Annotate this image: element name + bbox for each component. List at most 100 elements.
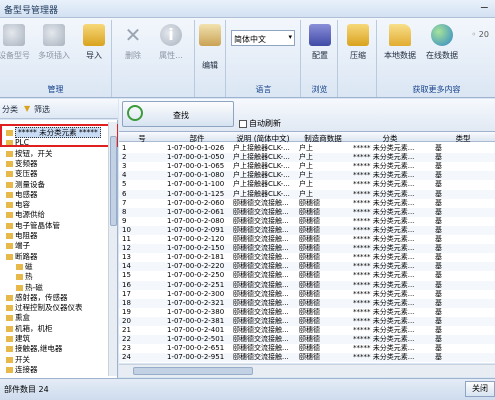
table-row[interactable]: 2 1-07-00-0-1-050 户上接触器CLK-... 户上 ***** 未分类元… xyxy=(119,153,495,163)
tree-node[interactable]: 按钮，开关 xyxy=(6,149,53,158)
table-cell: 基 xyxy=(435,326,442,334)
table-row[interactable]: 10 1-07-00-0-2-091 颐穗德交流接触... 颐穗德 ***** 未分类元… xyxy=(119,225,495,235)
tree-node-label: 连接器 xyxy=(15,364,38,374)
table-row[interactable]: 22 1-07-00-0-2-501 颐穗德交流接触... 颐穗德 ***** 未分类元… xyxy=(119,335,495,345)
table-row[interactable]: 14 1-07-00-0-2-220 颐穗德交流接触... 颐穗德 ***** 未分类元… xyxy=(119,262,495,272)
tree-node[interactable]: 热 xyxy=(16,272,33,281)
table-cell: 颐穗德 xyxy=(299,262,320,271)
multi-insert-label: 多项插入 xyxy=(38,51,70,60)
table-cell: 13 xyxy=(122,253,131,262)
column-header[interactable]: 制造商数据 xyxy=(297,133,349,144)
auto-refresh-label: 自动刷新 xyxy=(249,119,281,128)
table-row[interactable]: 24 1-07-00-0-2-951 颐穗德交流接触... 颐穗德 ***** 未分类元… xyxy=(119,353,495,363)
tree-node[interactable]: 断路器 xyxy=(6,252,38,261)
table-row[interactable]: 11 1-07-00-0-2-120 颐穗德交流接触... 颐穗德 ***** 未分类元… xyxy=(119,235,495,244)
table-row[interactable]: 3 1-07-00-0-1-065 户上接触器CLK-... 户上 ***** 未分类元… xyxy=(119,162,495,172)
import-button[interactable]: 导入 xyxy=(76,24,112,76)
tree-node[interactable]: 磁 xyxy=(16,262,33,271)
single-insert-button[interactable]: 设备型号 xyxy=(0,24,32,76)
table-row[interactable]: 8 1-07-00-0-2-061 颐穗德交流接触... 颐穗德 ***** 未分类元素… xyxy=(119,207,495,217)
tree-node[interactable]: 机箱，机柜 xyxy=(6,324,53,333)
tree-node-label: 电容 xyxy=(15,200,30,210)
tree-scrollbar[interactable] xyxy=(108,122,117,376)
compress-button[interactable]: 压缩 xyxy=(340,24,376,76)
table-row[interactable]: 18 1-07-00-0-2-321 颐穗德交流接触... 颐穗德 ***** 未分类元… xyxy=(119,298,495,308)
table-row[interactable]: 16 1-07-00-0-2-251 颐穗德交流接触... 颐穗德 ***** 未分类元… xyxy=(119,280,495,290)
minimize-button[interactable]: − xyxy=(480,1,489,14)
table-cell: 基 xyxy=(435,353,442,362)
grid-scroll-thumb[interactable] xyxy=(133,367,253,375)
table-cell: 1-07-00-0-2-380 xyxy=(167,307,225,316)
tree-node[interactable]: 热-磁 xyxy=(16,283,43,292)
table-cell: ***** 未分类元素... xyxy=(353,344,415,353)
classify-tab[interactable]: 分类 xyxy=(2,104,18,115)
import-label: 导入 xyxy=(86,51,102,60)
table-row[interactable]: 1 1-07-00-0-1-026 户上接触器CLK-... 户上 ***** 未分类元… xyxy=(119,144,495,153)
table-row[interactable]: 5 1-07-00-0-1-100 户上接触器CLK-... 户上 ***** 未分类元… xyxy=(119,180,495,190)
table-row[interactable]: 21 1-07-00-0-2-401 颐穗德交流接触... 颐穗德 ***** 未分类元… xyxy=(119,326,495,335)
tree-node[interactable]: 电感器 xyxy=(6,190,38,199)
tree-node[interactable]: 电阻器 xyxy=(6,231,38,240)
tree-node-label: 开关 xyxy=(15,354,30,364)
table-cell: ***** 未分类元素... xyxy=(353,144,415,152)
table-cell: 颐穗德交流接触... xyxy=(233,335,289,344)
table-row[interactable]: 12 1-07-00-0-2-150 颐穗德交流接触... 颐穗德 ***** 未分类元… xyxy=(119,244,495,254)
tree-node[interactable]: 接触器,继电器 xyxy=(6,344,62,353)
close-button[interactable]: 关闭 xyxy=(465,381,495,397)
table-cell: ***** 未分类元素... xyxy=(353,235,415,243)
local-data-button[interactable]: 本地数据 xyxy=(382,24,418,76)
table-row[interactable]: 13 1-07-00-0-2-181 颐穗德交流接触... 颐穗德 ***** 未分类元… xyxy=(119,253,495,263)
table-cell: 户上接触器CLK-... xyxy=(233,162,290,171)
table-row[interactable]: 19 1-07-00-0-2-380 颐穗德交流接触... 颐穗德 ***** 未分类元… xyxy=(119,307,495,317)
tree-node[interactable]: 端子 xyxy=(6,241,30,250)
tree-node[interactable]: 建筑 xyxy=(6,334,30,343)
help-hint[interactable]: ◦ 20 xyxy=(472,30,489,39)
table-row[interactable]: 7 1-07-00-0-2-060 颐穗德交流接触... 颐穗德 ***** 未分类元素… xyxy=(119,198,495,208)
tree-node[interactable]: 测量设备 xyxy=(6,180,45,189)
tree-node[interactable]: 熏盒 xyxy=(6,313,30,322)
column-header[interactable]: 类型 xyxy=(433,133,493,144)
table-row[interactable]: 15 1-07-00-0-2-250 颐穗德交流接触... 颐穗德 ***** 未分类元… xyxy=(119,271,495,281)
tree-node[interactable]: 开关 xyxy=(6,355,30,364)
table-row[interactable]: 4 1-07-00-0-1-080 户上接触器CLK-... 户上 ***** 未分类元… xyxy=(119,171,495,181)
filter-tab[interactable]: 筛选 xyxy=(34,104,50,115)
tree-node[interactable]: 变压器 xyxy=(6,169,38,178)
tree-node[interactable]: 变频器 xyxy=(6,159,38,168)
table-cell: 颐穗德 xyxy=(299,326,320,334)
column-header[interactable]: 分类 xyxy=(351,133,429,144)
language-select[interactable]: 简体中文 ▾ xyxy=(231,30,295,46)
auto-refresh-checkbox[interactable]: 自动刷新 xyxy=(239,118,281,129)
tree-node-label: 端子 xyxy=(15,241,30,251)
column-header[interactable]: 部件 xyxy=(165,133,229,144)
column-header[interactable]: 说明 (简体中文) xyxy=(231,133,295,144)
delete-button[interactable]: ✕ 删除 xyxy=(115,24,151,76)
table-cell: 1-07-00-0-1-125 xyxy=(167,189,225,198)
online-data-button[interactable]: 在线数据 xyxy=(424,24,460,76)
config-button[interactable]: 配置 xyxy=(302,24,338,76)
folder-icon xyxy=(6,222,13,229)
tree-node-label: 电子管晶体管 xyxy=(15,220,60,230)
find-button[interactable]: 查找 xyxy=(122,101,234,127)
tree-node[interactable]: 电容 xyxy=(6,200,30,209)
properties-button[interactable]: i 属性... xyxy=(153,24,189,76)
table-row[interactable]: 20 1-07-00-0-2-381 颐穗德交流接触... 颐穗德 ***** 未分类元… xyxy=(119,316,495,326)
table-cell: 颐穗德交流接触... xyxy=(233,198,289,207)
tree-node[interactable]: 电源供给 xyxy=(6,210,45,219)
tree-scroll-thumb[interactable] xyxy=(110,136,117,226)
table-cell: 颐穗德交流接触... xyxy=(233,289,289,298)
table-cell: ***** 未分类元素... xyxy=(353,353,415,362)
table-cell: 3 xyxy=(122,162,127,171)
edit-button[interactable]: 编辑 xyxy=(192,24,228,76)
table-row[interactable]: 6 1-07-00-0-1-125 户上接触器CLK-... 户上 ***** 未分类元… xyxy=(119,189,495,199)
table-row[interactable]: 17 1-07-00-0-2-300 颐穗德交流接触... 颐穗德 ***** 未分类元… xyxy=(119,289,495,299)
multi-insert-button[interactable]: 多项插入 xyxy=(36,24,72,76)
table-row[interactable]: 9 1-07-00-0-2-080 颐穗德交流接触... 颐穗德 ***** 未分类元素… xyxy=(119,216,495,226)
grid-hscrollbar[interactable] xyxy=(119,364,495,377)
tree-node[interactable]: 电子管晶体管 xyxy=(6,221,60,230)
column-header[interactable]: 号 xyxy=(119,133,165,144)
tree-node[interactable]: 过程控制及仪器仪表 xyxy=(6,303,83,312)
tree-node[interactable]: 连接器 xyxy=(6,365,38,374)
folder-icon xyxy=(16,274,23,281)
tree-node[interactable]: 感射器，传感器 xyxy=(6,293,68,302)
table-row[interactable]: 23 1-07-00-0-2-651 颐穗德交流接触... 颐穗德 ***** 未分类元… xyxy=(119,344,495,354)
